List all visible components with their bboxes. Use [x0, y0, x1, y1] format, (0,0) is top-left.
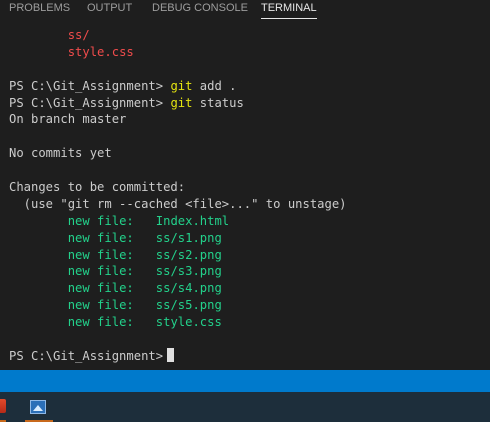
terminal-line: (use "git rm --cached <file>..." to unst… — [9, 196, 347, 211]
tab-debug-console[interactable]: DEBUG CONSOLE — [152, 1, 248, 15]
terminal-input-line[interactable]: PS C:\Git_Assignment> — [9, 347, 487, 365]
tab-problems[interactable]: PROBLEMS — [9, 1, 70, 15]
command-name: git — [170, 78, 193, 93]
app-icon[interactable] — [0, 399, 6, 413]
prompt: PS C:\Git_Assignment> — [9, 95, 171, 110]
taskbar — [0, 392, 490, 422]
status-bar — [0, 370, 490, 392]
staged-file-line: new file: ss/s3.png — [67, 264, 222, 279]
terminal-line: No commits yet — [9, 146, 112, 161]
text-cursor — [167, 347, 175, 362]
prompt: PS C:\Git_Assignment> — [9, 78, 171, 93]
staged-file-line: new file: style.css — [67, 315, 222, 330]
prompt: PS C:\Git_Assignment> — [9, 348, 164, 363]
terminal-line: style.css — [9, 44, 487, 61]
staged-file-line: new file: ss/s5.png — [67, 298, 222, 313]
terminal-line: ss/ — [9, 27, 487, 44]
staged-file-line: new file: ss/s2.png — [67, 247, 222, 262]
panel-tab-bar: PROBLEMS OUTPUT DEBUG CONSOLE TERMINAL — [0, 0, 490, 20]
terminal-line: Changes to be committed: — [9, 180, 186, 195]
untracked-path: style.css — [67, 44, 134, 59]
tab-output[interactable]: OUTPUT — [87, 1, 132, 15]
staged-file-line: new file: ss/s1.png — [67, 230, 222, 245]
command-args: status — [192, 95, 244, 110]
terminal-output[interactable]: ss/ style.css PS C:\Git_Assignment> git … — [9, 27, 487, 367]
photos-icon[interactable] — [30, 400, 46, 414]
terminal-line: On branch master — [9, 112, 127, 127]
terminal-line: PS C:\Git_Assignment> git add . — [9, 78, 487, 95]
untracked-path: ss/ — [67, 28, 90, 42]
staged-file-line: new file: Index.html — [67, 213, 230, 228]
command-name: git — [170, 95, 193, 110]
tab-terminal[interactable]: TERMINAL — [261, 1, 317, 19]
staged-file-line: new file: ss/s4.png — [67, 281, 222, 296]
command-args: add . — [192, 78, 237, 93]
terminal-line: PS C:\Git_Assignment> git status — [9, 95, 487, 112]
